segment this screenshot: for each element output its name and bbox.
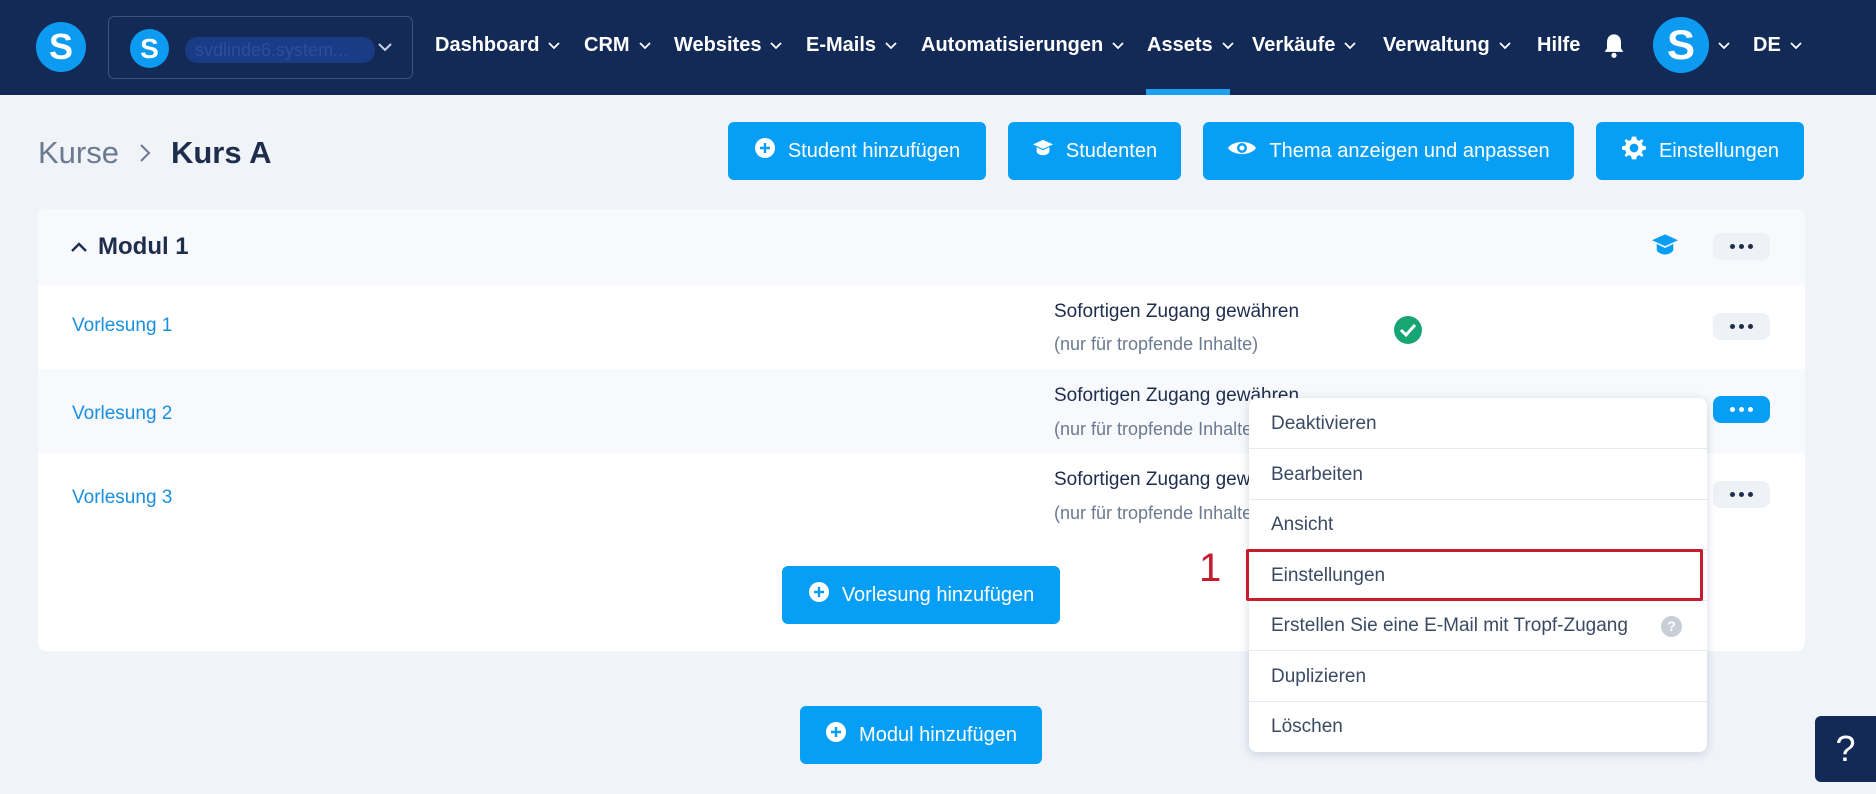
highlight-box — [1246, 549, 1703, 601]
dot — [1739, 407, 1744, 412]
active-nav-indicator — [1146, 89, 1230, 95]
lecture-link[interactable]: Vorlesung 2 — [72, 403, 172, 425]
chevron-down-icon — [1497, 37, 1513, 53]
dot — [1748, 407, 1753, 412]
dot — [1730, 244, 1735, 249]
chevron-down-icon — [883, 37, 899, 53]
eye-icon — [1227, 138, 1257, 164]
nav-sales[interactable]: Verkäufe — [1252, 30, 1358, 60]
chevron-up-icon — [70, 233, 88, 261]
add-student-button[interactable]: Student hinzufügen — [728, 122, 986, 180]
help-button[interactable]: ? — [1815, 716, 1876, 782]
question-mark-icon[interactable]: ? — [1661, 616, 1682, 637]
dot — [1730, 324, 1735, 329]
chevron-down-icon — [1788, 37, 1804, 53]
nav-administration[interactable]: Verwaltung — [1383, 30, 1513, 60]
breadcrumb-parent[interactable]: Kurse — [38, 135, 119, 171]
lecture-more-button[interactable] — [1713, 313, 1770, 340]
dot — [1748, 324, 1753, 329]
gear-icon — [1621, 135, 1647, 167]
access-note: (nur für tropfende Inhalte) — [1054, 503, 1259, 523]
top-navbar: S S svdlinde6.system... Dashboard CRM We… — [0, 0, 1876, 95]
chevron-down-icon — [637, 37, 653, 53]
nav-help[interactable]: Hilfe — [1537, 30, 1580, 60]
breadcrumb: Kurse Kurs A — [38, 133, 271, 173]
menu-item-duplicate[interactable]: Duplizieren — [1249, 651, 1707, 702]
dot — [1730, 407, 1735, 412]
module-title: Modul 1 — [98, 233, 189, 260]
lecture-more-button[interactable] — [1713, 481, 1770, 508]
access-note: (nur für tropfende Inhalte) — [1054, 334, 1259, 354]
add-lecture-button[interactable]: Vorlesung hinzufügen — [782, 566, 1060, 624]
account-switcher[interactable]: S svdlinde6.system... — [108, 16, 413, 79]
plus-circle-icon — [754, 137, 776, 165]
nav-emails[interactable]: E-Mails — [806, 30, 899, 60]
nav-assets[interactable]: Assets — [1147, 30, 1236, 60]
chevron-down-icon[interactable] — [1716, 37, 1732, 58]
lecture-more-button[interactable] — [1713, 396, 1770, 423]
settings-button[interactable]: Einstellungen — [1596, 122, 1804, 180]
lecture-link[interactable]: Vorlesung 3 — [72, 487, 172, 509]
menu-item-view[interactable]: Ansicht — [1249, 499, 1707, 550]
nav-websites[interactable]: Websites — [674, 30, 784, 60]
nav-automations[interactable]: Automatisierungen — [921, 30, 1126, 60]
nav-dashboard[interactable]: Dashboard — [435, 30, 562, 60]
dot — [1730, 492, 1735, 497]
nav-crm[interactable]: CRM — [584, 30, 653, 60]
dot — [1739, 244, 1744, 249]
students-button[interactable]: Studenten — [1008, 122, 1181, 180]
account-avatar: S — [130, 29, 169, 68]
chevron-down-icon — [768, 37, 784, 53]
chevron-down-icon — [375, 37, 395, 57]
module-more-button[interactable] — [1713, 233, 1770, 260]
chevron-down-icon — [1342, 37, 1358, 53]
graduation-cap-icon — [1032, 138, 1054, 164]
menu-item-drip-email[interactable]: Erstellen Sie eine E-Mail mit Tropf-Zuga… — [1249, 600, 1707, 651]
dot — [1748, 244, 1753, 249]
add-module-button[interactable]: Modul hinzufügen — [800, 706, 1042, 764]
lecture-row: Vorlesung 1 Sofortigen Zugang gewähren (… — [38, 285, 1805, 369]
menu-item-delete[interactable]: Löschen — [1249, 701, 1707, 752]
access-label: Sofortigen Zugang gewähren — [1054, 301, 1300, 322]
module-header: Modul 1 — [38, 209, 1805, 285]
page-title: Kurs A — [170, 135, 272, 170]
menu-item-edit[interactable]: Bearbeiten — [1249, 449, 1707, 500]
chevron-right-icon — [137, 142, 153, 164]
module-toggle[interactable]: Modul 1 — [70, 233, 189, 261]
lecture-link[interactable]: Vorlesung 1 — [72, 315, 172, 337]
step-number: 1 — [1199, 546, 1222, 590]
access-note: (nur für tropfende Inhalte) — [1054, 419, 1259, 439]
graduation-cap-icon[interactable] — [1650, 232, 1680, 263]
plus-circle-icon — [825, 721, 847, 749]
app-logo[interactable]: S — [36, 22, 86, 72]
plus-circle-icon — [808, 581, 830, 609]
account-name: svdlinde6.system... — [185, 37, 375, 63]
chevron-down-icon — [1110, 37, 1126, 53]
check-circle-icon[interactable] — [1393, 315, 1423, 350]
dot — [1739, 324, 1744, 329]
theme-button[interactable]: Thema anzeigen und anpassen — [1203, 122, 1574, 180]
chevron-down-icon — [1220, 37, 1236, 53]
bell-icon[interactable] — [1600, 32, 1628, 65]
chevron-down-icon — [546, 37, 562, 53]
language-switcher[interactable]: DE — [1753, 30, 1804, 60]
dot — [1739, 492, 1744, 497]
dot — [1748, 492, 1753, 497]
user-avatar[interactable]: S — [1653, 17, 1709, 73]
menu-item-deactivate[interactable]: Deaktivieren — [1249, 398, 1707, 449]
